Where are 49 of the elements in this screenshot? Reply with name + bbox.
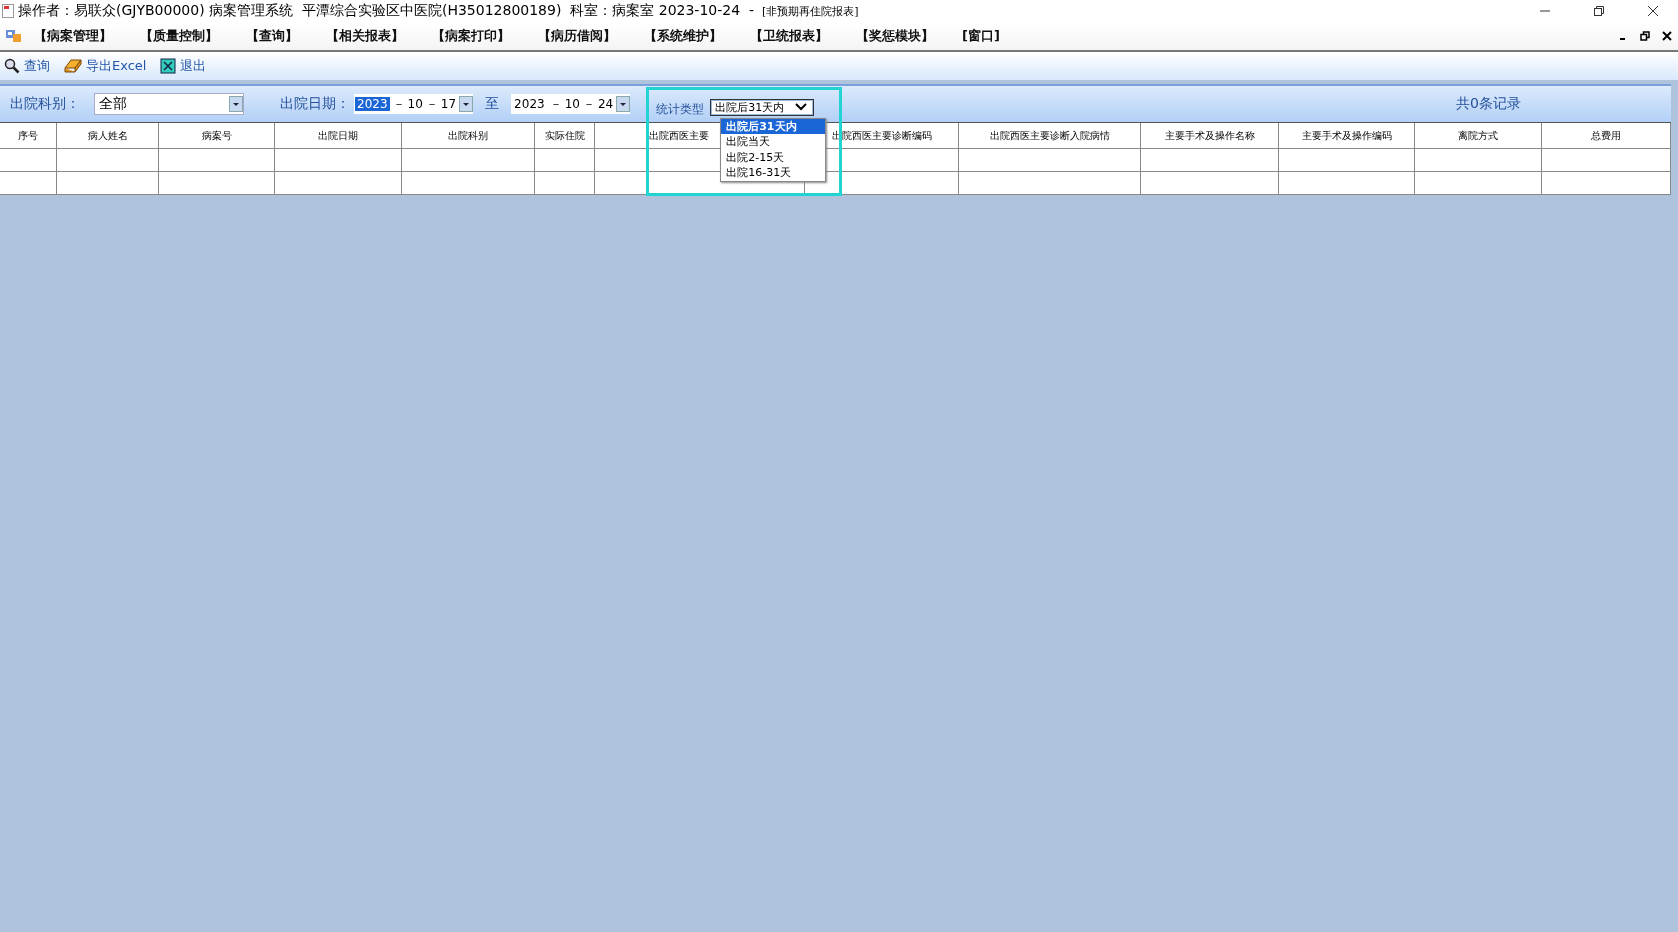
dropdown-option[interactable]: 出院当天 <box>721 134 826 150</box>
chevron-down-icon <box>795 103 808 111</box>
menu-item[interactable]: 【相关报表】 <box>326 27 404 45</box>
column-header[interactable]: 总费用 <box>1591 128 1621 143</box>
dropdown-option[interactable]: 出院后31天内 <box>721 118 826 134</box>
window-subtitle: [非预期再住院报表] <box>762 3 859 19</box>
dropdown-option[interactable]: 出院2-15天 <box>721 149 826 165</box>
stat-type-label: 统计类型 <box>656 100 705 118</box>
stat-type-dropdown[interactable]: 出院后31天内 <box>710 98 815 116</box>
column-header[interactable]: 序号 <box>18 128 38 143</box>
record-count: 共0条记录 <box>1456 95 1521 113</box>
dropdown-option[interactable]: 出院16-31天 <box>721 165 826 181</box>
column-header[interactable]: 主要手术及操作编码 <box>1301 128 1392 143</box>
app-menu-icon[interactable] <box>6 29 22 43</box>
column-header[interactable]: 主要手术及操作名称 <box>1164 128 1255 143</box>
menu-item[interactable]: 【系统维护】 <box>644 27 722 45</box>
menu-item[interactable]: 【质量控制】 <box>140 27 218 45</box>
restore-icon[interactable] <box>1593 5 1605 17</box>
menu-item[interactable]: 【查询】 <box>246 27 298 45</box>
column-header[interactable]: 病人姓名 <box>87 128 128 143</box>
eraser-icon <box>64 58 82 74</box>
exit-icon <box>160 58 177 74</box>
menu-item[interactable]: [窗口] <box>962 27 1000 45</box>
column-header[interactable]: 出院西医主要诊断入院病情 <box>989 128 1110 143</box>
export-button[interactable]: 导出Excel <box>62 57 149 75</box>
restore-icon[interactable] <box>1640 31 1650 41</box>
column-header[interactable]: 实际住院 <box>544 128 585 143</box>
department-dropdown[interactable]: 全部 <box>94 93 244 115</box>
search-icon <box>4 58 20 74</box>
department-label: 出院科别： <box>10 95 80 113</box>
date-range-separator: 至 <box>485 95 500 113</box>
column-header[interactable]: 病案号 <box>201 128 232 143</box>
menu-item[interactable]: 【卫统报表】 <box>750 27 828 45</box>
column-header[interactable]: 出院日期 <box>318 128 358 143</box>
close-icon[interactable] <box>1647 5 1659 17</box>
search-button[interactable]: 查询 <box>2 57 52 75</box>
menu-item[interactable]: 【奖惩模块】 <box>856 27 934 45</box>
date-picker[interactable]: 2023 － 10 － 24 <box>511 94 631 114</box>
exit-button[interactable]: 退出 <box>158 57 209 75</box>
column-header[interactable]: 出院科别 <box>448 128 488 143</box>
column-header[interactable]: 离院方式 <box>1458 128 1498 143</box>
window-title: 操作者：易联众(GJYB00000) 病案管理系统 平潭综合实验区中医院(H35012800189) 科室：病案室 2023-10-24 - <box>18 2 755 20</box>
date-picker[interactable]: 2023 － 10 － 17 <box>354 94 474 114</box>
menu-item[interactable]: 【病案管理】 <box>34 27 112 45</box>
column-header[interactable]: 出院西医主要 <box>649 128 709 143</box>
discharge-date-label: 出院日期： <box>280 95 350 113</box>
close-icon[interactable] <box>1662 31 1672 41</box>
menu-item[interactable]: 【病案打印】 <box>432 27 510 45</box>
menu-item[interactable]: 【病历借阅】 <box>538 27 616 45</box>
